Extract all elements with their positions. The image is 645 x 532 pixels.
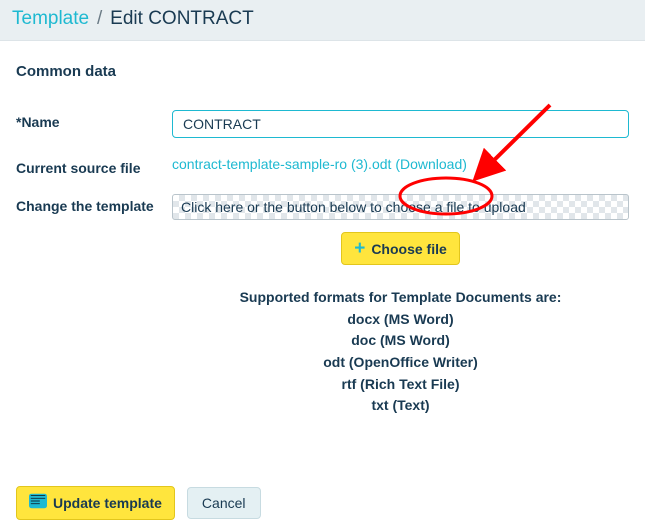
breadcrumb-sep: / [93, 8, 106, 29]
name-input[interactable] [172, 110, 629, 138]
current-file-name-link[interactable]: contract-template-sample-ro (3).odt [172, 156, 391, 172]
row-name: *Name [16, 110, 629, 138]
section-title: Common data [16, 63, 629, 80]
supported-formats: Supported formats for Template Documents… [172, 287, 629, 417]
update-template-label: Update template [53, 495, 162, 511]
supported-format-3: odt (OpenOffice Writer) [172, 352, 629, 374]
supported-format-2: doc (MS Word) [172, 330, 629, 352]
form-content: Common data *Name Current source file co… [0, 41, 645, 451]
breadcrumb: Template / Edit CONTRACT [0, 0, 645, 41]
supported-format-5: txt (Text) [172, 395, 629, 417]
change-template-label: Change the template [16, 194, 172, 214]
plus-icon: + [354, 239, 365, 258]
download-link[interactable]: (Download) [395, 156, 467, 172]
choose-file-button[interactable]: + Choose file [341, 232, 460, 265]
supported-format-4: rtf (Rich Text File) [172, 374, 629, 396]
row-change-template: Change the template Click here or the bu… [16, 194, 629, 417]
footer-actions: Update template Cancel [16, 486, 261, 520]
supported-format-1: docx (MS Word) [172, 309, 629, 331]
row-current-file: Current source file contract-template-sa… [16, 156, 629, 176]
breadcrumb-root-link[interactable]: Template [12, 8, 89, 29]
cancel-button[interactable]: Cancel [187, 487, 261, 519]
name-label: *Name [16, 110, 172, 130]
supported-intro: Supported formats for Template Documents… [172, 287, 629, 309]
update-icon [29, 493, 47, 513]
choose-file-label: Choose file [371, 241, 446, 257]
breadcrumb-current: Edit CONTRACT [110, 8, 254, 29]
update-template-button[interactable]: Update template [16, 486, 175, 520]
upload-dropzone[interactable]: Click here or the button below to choose… [172, 194, 629, 220]
current-file-label: Current source file [16, 156, 172, 176]
